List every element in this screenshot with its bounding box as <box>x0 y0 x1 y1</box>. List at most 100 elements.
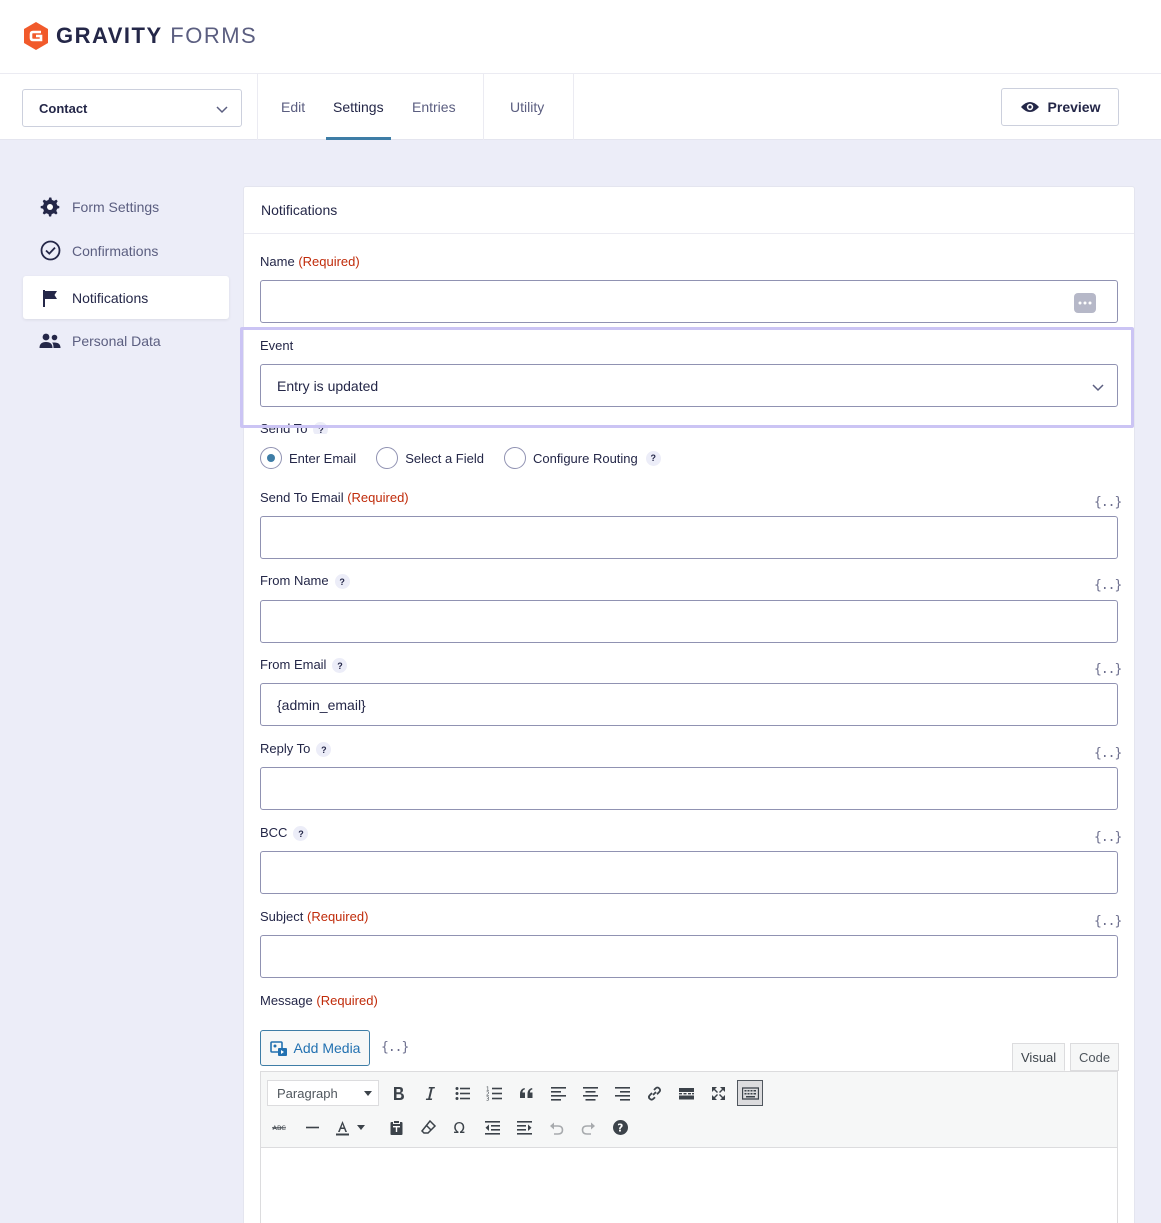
preview-button[interactable]: Preview <box>1001 88 1119 126</box>
merge-tag-icon[interactable]: {..} <box>1094 914 1122 929</box>
required-indicator: (Required) <box>307 909 369 924</box>
editor-toolbar: Paragraph 123 ABC Ω ? <box>261 1072 1117 1148</box>
radio-dot <box>503 447 526 469</box>
bold-icon[interactable] <box>385 1080 411 1106</box>
merge-tag-icon[interactable]: {..} <box>1094 830 1122 845</box>
toolbar-divider <box>483 74 484 140</box>
tab-entries[interactable]: Entries <box>412 74 456 140</box>
send-to-email-label: Send To Email (Required) <box>260 490 409 505</box>
sidebar-item-confirmations[interactable]: Confirmations <box>23 229 229 272</box>
radio-configure-routing[interactable]: Configure Routing <box>503 447 638 469</box>
outdent-icon[interactable] <box>479 1114 505 1140</box>
from-email-label: From Email? <box>260 657 348 674</box>
sidebar-item-label: Notifications <box>72 289 149 306</box>
help-icon[interactable]: ? <box>316 742 332 758</box>
align-left-icon[interactable] <box>545 1080 571 1106</box>
horizontal-line-icon[interactable] <box>299 1114 325 1140</box>
clear-formatting-icon[interactable] <box>415 1114 441 1140</box>
help-icon[interactable]: ? <box>313 422 329 434</box>
read-more-icon[interactable] <box>673 1080 699 1106</box>
eye-icon <box>1020 102 1039 112</box>
subject-label: Subject (Required) <box>260 909 369 924</box>
merge-tag-icon[interactable]: {..} <box>1094 578 1122 593</box>
align-right-icon[interactable] <box>609 1080 635 1106</box>
svg-text:?: ? <box>617 1122 623 1134</box>
message-label: Message (Required) <box>260 993 378 1008</box>
send-to-email-input[interactable] <box>260 516 1118 559</box>
send-to-options: Enter Email Select a Field Configure Rou… <box>260 447 661 469</box>
caret-down-icon <box>364 1091 372 1096</box>
help-icon[interactable]: ? <box>334 574 350 590</box>
fullscreen-icon[interactable] <box>705 1080 731 1106</box>
reply-to-label: Reply To? <box>260 741 332 758</box>
name-label: Name (Required) <box>260 254 360 269</box>
numbered-list-icon[interactable]: 123 <box>481 1080 507 1106</box>
chevron-down-icon <box>1092 384 1104 392</box>
merge-tag-icon[interactable]: {..} <box>1094 495 1122 510</box>
help-icon[interactable]: ? <box>332 658 348 674</box>
tab-edit[interactable]: Edit <box>281 74 305 140</box>
blockquote-icon[interactable] <box>513 1080 539 1106</box>
send-to-label: Send To? <box>260 421 329 434</box>
sidebar-item-label: Confirmations <box>72 242 159 259</box>
undo-icon[interactable] <box>543 1114 569 1140</box>
event-label: Event <box>260 338 294 353</box>
format-select[interactable]: Paragraph <box>267 1080 379 1106</box>
keyboard-icon[interactable] <box>737 1080 763 1106</box>
sidebar-item-personal-data[interactable]: Personal Data <box>23 319 229 362</box>
gear-icon <box>39 196 61 218</box>
tab-settings[interactable]: Settings <box>326 74 391 140</box>
link-icon[interactable] <box>641 1080 667 1106</box>
radio-select-field[interactable]: Select a Field <box>376 447 484 469</box>
align-center-icon[interactable] <box>577 1080 603 1106</box>
gravity-forms-logo: GRAVITY FORMS <box>22 21 257 51</box>
reply-to-input[interactable] <box>260 767 1118 810</box>
indent-icon[interactable] <box>511 1114 537 1140</box>
from-name-label: From Name? <box>260 573 350 590</box>
media-icon <box>269 1041 287 1056</box>
logo-text: GRAVITY FORMS <box>56 23 258 48</box>
from-email-value: {admin_email} <box>277 696 366 713</box>
redo-icon[interactable] <box>575 1114 601 1140</box>
more-options-icon[interactable] <box>1074 293 1096 313</box>
tab-utility[interactable]: Utility <box>510 74 544 140</box>
strikethrough-icon[interactable]: ABC <box>267 1114 293 1140</box>
merge-tag-icon[interactable]: {..} <box>1094 746 1122 761</box>
name-input[interactable] <box>260 280 1118 323</box>
help-icon[interactable]: ? <box>645 450 661 466</box>
paste-text-icon[interactable] <box>383 1114 409 1140</box>
radio-dot <box>260 447 282 469</box>
subject-input[interactable] <box>260 935 1118 978</box>
sidebar-item-label: Form Settings <box>72 198 160 215</box>
check-circle-icon <box>39 240 61 262</box>
form-switcher-dropdown[interactable]: Contact <box>22 89 242 127</box>
svg-text:3: 3 <box>486 1096 490 1102</box>
add-media-label: Add Media <box>293 1040 361 1056</box>
sidebar-item-label: Personal Data <box>72 332 161 349</box>
bcc-input[interactable] <box>260 851 1118 894</box>
help-circle-icon[interactable]: ? <box>607 1114 633 1140</box>
toolbar-divider <box>573 74 574 140</box>
italic-icon[interactable] <box>417 1080 443 1106</box>
from-email-input[interactable]: {admin_email} <box>260 683 1118 726</box>
sidebar-item-form-settings[interactable]: Form Settings <box>23 185 229 228</box>
flag-icon <box>39 287 61 309</box>
event-select[interactable]: Entry is updated <box>260 364 1118 407</box>
tab-code[interactable]: Code <box>1070 1043 1120 1071</box>
text-color-icon[interactable] <box>331 1114 367 1140</box>
merge-tag-icon[interactable]: {..} <box>381 1040 409 1055</box>
radio-enter-email[interactable]: Enter Email <box>260 447 356 469</box>
gravity-forms-logo-icon <box>24 22 48 50</box>
form-toolbar: Contact Edit Settings Entries Utility Pr… <box>0 74 1161 140</box>
sidebar-item-notifications[interactable]: Notifications <box>23 276 229 319</box>
bullet-list-icon[interactable] <box>449 1080 475 1106</box>
event-selected-value: Entry is updated <box>277 377 379 394</box>
merge-tag-icon[interactable]: {..} <box>1094 662 1122 677</box>
help-icon[interactable]: ? <box>293 826 309 842</box>
radio-label: Configure Routing <box>532 450 638 466</box>
required-indicator: (Required) <box>298 254 360 269</box>
special-character-icon[interactable]: Ω <box>447 1114 473 1140</box>
add-media-button[interactable]: Add Media <box>260 1030 370 1066</box>
tab-visual[interactable]: Visual <box>1012 1043 1066 1071</box>
from-name-input[interactable] <box>260 600 1118 643</box>
